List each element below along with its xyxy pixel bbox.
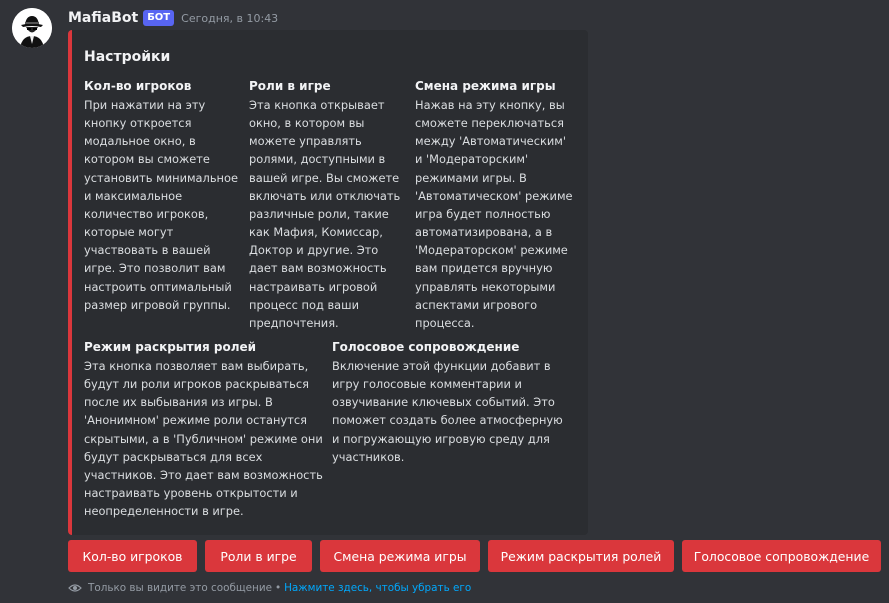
field-value-line: игра будет полностью — [415, 206, 551, 221]
field-value-line: которые могут — [84, 225, 174, 240]
message-header: MafiaBot БОТ Сегодня, в 10:43 — [68, 8, 278, 28]
field-value-line: включать или отключать — [249, 188, 401, 203]
field-value: При нажатии на эту кнопку откроется модаль… — [84, 96, 242, 314]
field-value-line: вашей игре. Вы сможете — [249, 170, 400, 185]
field-name: Режим раскрытия ролей — [84, 340, 257, 354]
field-value-line: будут раскрываться для всех — [84, 449, 263, 464]
field-value-line: сможете переключаться — [415, 116, 564, 131]
field-value-line: можете управлять — [249, 134, 362, 149]
field-value-line: ролями, доступными в — [249, 152, 386, 167]
bot-tag: БОТ — [143, 10, 175, 26]
field-value-line: кнопку откроется — [84, 116, 192, 131]
field-value-line: после их выбывания из игры. В — [84, 395, 273, 410]
field-value-line: модальное окно, в — [84, 134, 196, 149]
action-buttons-row: Кол-во игроков Роли в игре Смена режима … — [68, 540, 881, 572]
field-value: Эта кнопка открывает окно, в котором вы мо… — [249, 96, 407, 332]
roles-button[interactable]: Роли в игре — [205, 540, 312, 572]
player-count-button[interactable]: Кол-во игроков — [68, 540, 197, 572]
username[interactable]: MafiaBot — [68, 10, 138, 26]
field-value-line: как Мафия, Комиссар, — [249, 225, 383, 240]
field-value-line: управлять некоторыми — [415, 279, 556, 294]
field-value-line: игре. Это позволит вам — [84, 261, 226, 276]
field-value-line: предпочтения. — [249, 315, 339, 330]
field-name: Роли в игре — [249, 79, 331, 93]
field-value-line: процесса. — [415, 315, 475, 330]
field-value-line: 'Автоматическом' режиме — [415, 188, 573, 203]
field-value-line: Доктор и другие. Это — [249, 243, 379, 258]
ephemeral-notice: Только вы видите это сообщение • Нажмите… — [68, 580, 471, 596]
field-value: Нажав на эту кнопку, вы сможете переключа… — [415, 96, 583, 332]
field-value-line: между 'Автоматическим' — [415, 134, 566, 149]
voice-narration-button[interactable]: Голосовое сопровождение — [682, 540, 881, 572]
field-value-line: автоматизирована, а в — [415, 225, 553, 240]
field-value-line: аспектами игрового — [415, 297, 538, 312]
field-value-line: дает вам возможность — [249, 261, 387, 276]
settings-embed: Настройки Кол-во игроков При нажатии на … — [68, 30, 588, 535]
role-reveal-button[interactable]: Режим раскрытия ролей — [488, 540, 674, 572]
embed-title: Настройки — [84, 49, 171, 65]
field-value-line: установить минимальное — [84, 170, 238, 185]
field-name: Смена режима игры — [415, 79, 556, 93]
field-value-line: и максимальное — [84, 188, 183, 203]
field-value-line: Нажав на эту кнопку, вы — [415, 98, 565, 112]
field-value-line: 'Модераторском' режиме — [415, 243, 568, 258]
field-value-line: неопределенности в игре. — [84, 504, 244, 519]
dismiss-message-link[interactable]: Нажмите здесь, чтобы убрать его — [284, 582, 471, 594]
field-value-line: настраивать игровой — [249, 279, 378, 294]
embed-field-voice: Голосовое сопровождение Включение этой ф… — [332, 339, 568, 466]
ephemeral-text: Только вы видите это сообщение — [88, 582, 272, 594]
field-value-line: настроить оптимальный — [84, 279, 232, 294]
field-value-line: игру голосовые комментарии и — [332, 377, 522, 392]
embed-field-game-mode: Смена режима игры Нажав на эту кнопку, в… — [415, 78, 583, 332]
field-value-line: поможет создать более атмосферную — [332, 413, 563, 428]
field-name: Голосовое сопровождение — [332, 340, 520, 354]
field-value-line: и 'Модераторским' — [415, 152, 529, 167]
field-value-line: процесс под ваши — [249, 297, 359, 312]
field-value-line: участвовать в вашей — [84, 243, 211, 258]
field-value-line: количество игроков, — [84, 206, 209, 221]
field-value-line: размер игровой группы. — [84, 297, 231, 312]
field-value-line: настраивать уровень открытости и — [84, 486, 298, 501]
field-value-line: участников. Это дает вам возможность — [84, 467, 323, 482]
field-value-line: Включение этой функции добавит в — [332, 359, 551, 373]
field-value-line: и погружающую игровую среду для — [332, 431, 550, 446]
field-value-line: 'Анонимном' режиме роли останутся — [84, 413, 307, 428]
field-value-line: участников. — [332, 449, 405, 464]
field-value-line: будут ли роли игроков раскрываться — [84, 377, 309, 392]
mafia-hat-avatar-icon[interactable] — [12, 8, 52, 48]
field-value-line: Эта кнопка позволяет вам выбирать, — [84, 359, 309, 373]
field-name: Кол-во игроков — [84, 79, 192, 93]
bot-message: MafiaBot БОТ Сегодня, в 10:43 Настройки … — [0, 0, 889, 603]
field-value: Эта кнопка позволяет вам выбирать, будут … — [84, 357, 326, 520]
field-value-line: скрытыми, а в 'Публичном' режиме они — [84, 431, 323, 446]
field-value-line: При нажатии на эту — [84, 98, 206, 112]
embed-field-roles: Роли в игре Эта кнопка открывает окно, в … — [249, 78, 407, 332]
field-value-line: Эта кнопка открывает — [249, 98, 385, 112]
timestamp[interactable]: Сегодня, в 10:43 — [181, 12, 278, 25]
eye-icon — [68, 581, 82, 595]
field-value-line: озвучивание ключевых событий. Это — [332, 395, 555, 410]
field-value-line: вам придется вручную — [415, 261, 553, 276]
game-mode-button[interactable]: Смена режима игры — [320, 540, 480, 572]
field-value-line: различные роли, такие — [249, 206, 389, 221]
embed-field-role-reveal: Режим раскрытия ролей Эта кнопка позволя… — [84, 339, 326, 520]
field-value-line: котором вы сможете — [84, 152, 210, 167]
field-value-line: режимами игры. В — [415, 170, 527, 185]
field-value: Включение этой функции добавит в игру гол… — [332, 357, 568, 466]
embed-field-player-count: Кол-во игроков При нажатии на эту кнопку … — [84, 78, 242, 314]
field-value-line: окно, в котором вы — [249, 116, 365, 131]
separator: • — [274, 582, 282, 594]
